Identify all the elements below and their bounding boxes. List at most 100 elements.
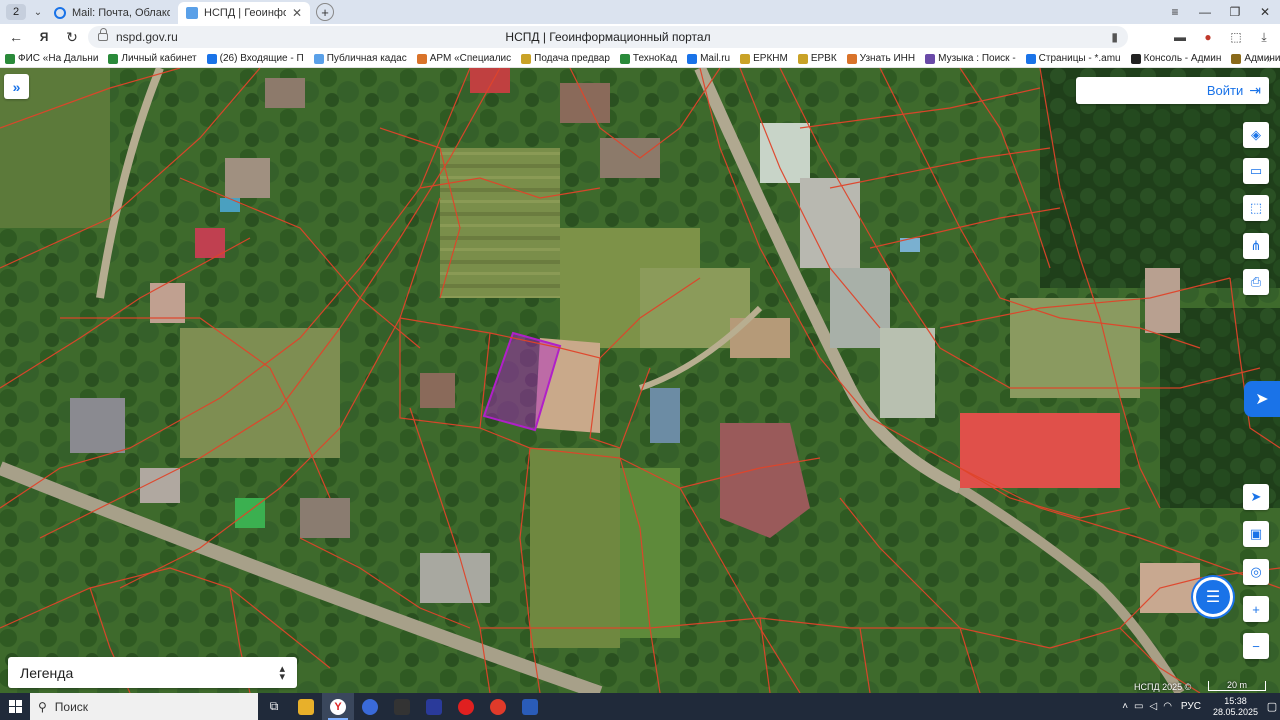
app-emblem-icon[interactable] xyxy=(418,693,450,720)
bookmark-icon[interactable]: ▮ xyxy=(1111,30,1118,44)
bookmark-favicon-icon xyxy=(925,53,936,64)
chat-support-icon[interactable]: ☰ xyxy=(1193,577,1233,617)
new-tab-plus-icon[interactable]: + xyxy=(316,3,334,21)
bookmark-item[interactable]: (26) Входящие - П xyxy=(202,50,309,67)
reload-icon[interactable]: ↻ xyxy=(60,25,84,49)
zoom-out-icon[interactable]: − xyxy=(1243,633,1269,659)
app-shield-icon[interactable] xyxy=(386,693,418,720)
task-view-icon[interactable]: ⧉ xyxy=(258,693,290,720)
bookmark-favicon-icon xyxy=(619,53,630,64)
bookmark-item[interactable]: ЕРКНМ xyxy=(735,50,793,67)
minimize-icon[interactable]: — xyxy=(1190,0,1220,24)
browser-menu-icon[interactable]: ≡ xyxy=(1160,0,1190,24)
tray-chevron-icon[interactable]: ˄ xyxy=(1122,701,1128,712)
opera-icon[interactable] xyxy=(450,693,482,720)
url-text: nspd.gov.ru xyxy=(116,30,178,44)
network-icon[interactable]: ▭ xyxy=(1134,701,1143,712)
area-select-icon[interactable]: ⬚ xyxy=(1243,195,1269,221)
legend-panel[interactable]: Легенда ▴ ▾ xyxy=(8,657,297,688)
browser-toolbar-right: ▬ ● ⬚ ⤓ xyxy=(1168,26,1276,48)
app-blue-c-icon[interactable] xyxy=(354,693,386,720)
windows-taskbar: ⚲ Поиск ⧉ Y ˄ ▭ ◁ ◠ РУС 15:38 28.05.2025… xyxy=(0,693,1280,720)
back-arrow-icon[interactable]: ← xyxy=(4,25,28,49)
bookmark-item[interactable]: Подача предвар xyxy=(516,50,615,67)
downloads-icon[interactable]: ⤓ xyxy=(1252,26,1276,48)
notifications-icon[interactable]: ▢ xyxy=(1264,693,1280,720)
bookmark-favicon-icon xyxy=(206,53,217,64)
windows-start-icon[interactable] xyxy=(0,693,30,720)
nspd-favicon-icon xyxy=(186,7,198,19)
extension-icon[interactable]: ▬ xyxy=(1168,26,1192,48)
clock[interactable]: 15:38 28.05.2025 xyxy=(1213,696,1258,718)
search-icon: ⚲ xyxy=(38,699,47,714)
system-tray: ˄ ▭ ◁ ◠ РУС 15:38 28.05.2025 ▢ xyxy=(1119,693,1280,720)
tab-nspd[interactable]: НСПД | Геоинформаци ✕ xyxy=(178,2,310,24)
bookmark-item[interactable]: Музыка : Поиск - xyxy=(920,50,1021,67)
close-tab-icon[interactable]: ✕ xyxy=(292,6,302,20)
volume-icon[interactable]: ◁ xyxy=(1149,701,1157,712)
word-icon[interactable] xyxy=(514,693,546,720)
bookmark-favicon-icon xyxy=(416,53,427,64)
bookmark-item[interactable]: Публичная кадас xyxy=(309,50,412,67)
bookmark-label: АРМ «Специалис xyxy=(429,53,512,64)
bookmark-favicon-icon xyxy=(108,53,119,64)
tab-mail[interactable]: Mail: Почта, Облако, Кале xyxy=(46,2,178,24)
bookmark-label: ЕРКНМ xyxy=(753,53,788,64)
login-arrow-icon: ⇥ xyxy=(1249,82,1261,98)
yandex-home-icon[interactable]: Я xyxy=(32,25,56,49)
bookmark-item[interactable]: Mail.ru xyxy=(682,50,735,67)
bookmark-item[interactable]: Консоль - Админ xyxy=(1126,50,1227,67)
share-icon[interactable]: ⋔ xyxy=(1243,233,1269,259)
bookmark-item[interactable]: Страницы - *.amu xyxy=(1021,50,1126,67)
address-bar: ← Я ↻ nspd.gov.ru НСПД | Геоинформационн… xyxy=(0,24,1280,50)
bookmark-favicon-icon xyxy=(1231,53,1242,64)
layers-icon[interactable]: ◈ xyxy=(1243,122,1269,148)
ruler-measure-icon[interactable]: ▭ xyxy=(1243,158,1269,184)
bookmark-item[interactable]: Узнать ИНН xyxy=(842,50,920,67)
bookmark-label: Подача предвар xyxy=(534,53,610,64)
language-indicator[interactable]: РУС xyxy=(1181,701,1201,712)
bookmark-label: ТехноКад xyxy=(632,53,678,64)
yandex-icon[interactable] xyxy=(482,693,514,720)
locate-arrow-icon[interactable]: ➤ xyxy=(1243,484,1269,510)
profile-icon[interactable]: ● xyxy=(1196,26,1220,48)
bookmarks-overflow-icon[interactable]: » xyxy=(1266,50,1272,67)
print-icon[interactable]: ⎙ xyxy=(1243,269,1269,295)
bookmark-label: Узнать ИНН xyxy=(859,53,916,64)
login-button[interactable]: Войти ⇥ xyxy=(1076,77,1269,104)
bookmark-favicon-icon xyxy=(1130,53,1141,64)
geolocation-icon[interactable]: ◎ xyxy=(1243,559,1269,585)
close-window-icon[interactable]: ✕ xyxy=(1250,0,1280,24)
yandex-browser-icon[interactable]: Y xyxy=(322,693,354,720)
wifi-icon[interactable]: ◠ xyxy=(1163,701,1172,712)
url-field[interactable]: nspd.gov.ru НСПД | Геоинформационный пор… xyxy=(88,26,1128,48)
bookmark-favicon-icon xyxy=(313,53,324,64)
bookmark-favicon-icon xyxy=(846,53,857,64)
bookmark-item[interactable]: ЕРВК xyxy=(793,50,842,67)
bookmark-favicon-icon xyxy=(521,53,532,64)
zoom-in-icon[interactable]: + xyxy=(1243,596,1269,622)
extensions-puzzle-icon[interactable]: ⬚ xyxy=(1224,26,1248,48)
bookmark-item[interactable]: ТехноКад xyxy=(615,50,682,67)
bookmark-item[interactable]: АРМ «Специалис xyxy=(412,50,516,67)
bookmark-favicon-icon xyxy=(797,53,808,64)
tab-counter[interactable]: 2 xyxy=(6,4,26,20)
bookmark-item[interactable]: Личный кабинет xyxy=(103,50,201,67)
bookmark-favicon-icon xyxy=(1025,53,1036,64)
side-panel-toggle-icon[interactable]: ➤ xyxy=(1244,381,1280,417)
file-explorer-icon[interactable] xyxy=(290,693,322,720)
tab-list-chevron-icon[interactable]: ⌄ xyxy=(30,4,46,20)
bookmark-favicon-icon xyxy=(740,53,751,64)
tab-title: Mail: Почта, Облако, Кале xyxy=(72,7,170,19)
bookmark-item[interactable]: ФИС «На Дальни xyxy=(0,50,103,67)
expand-panel-chevrons-icon[interactable]: » xyxy=(4,74,29,99)
window-controls: ≡ — ❐ ✕ xyxy=(1160,0,1280,24)
restore-icon[interactable]: ❐ xyxy=(1220,0,1250,24)
legend-label: Легенда xyxy=(20,664,74,681)
taskbar-search[interactable]: ⚲ Поиск xyxy=(30,693,258,720)
bookmarks-bar: ФИС «На Дальни Личный кабинет (26) Входящи… xyxy=(0,50,1280,68)
bookmark-label: (26) Входящие - П xyxy=(219,53,304,64)
picture-in-picture-icon[interactable]: ▣ xyxy=(1243,521,1269,547)
tab-title: НСПД | Геоинформаци xyxy=(204,7,286,19)
map-canvas[interactable] xyxy=(0,68,1280,693)
